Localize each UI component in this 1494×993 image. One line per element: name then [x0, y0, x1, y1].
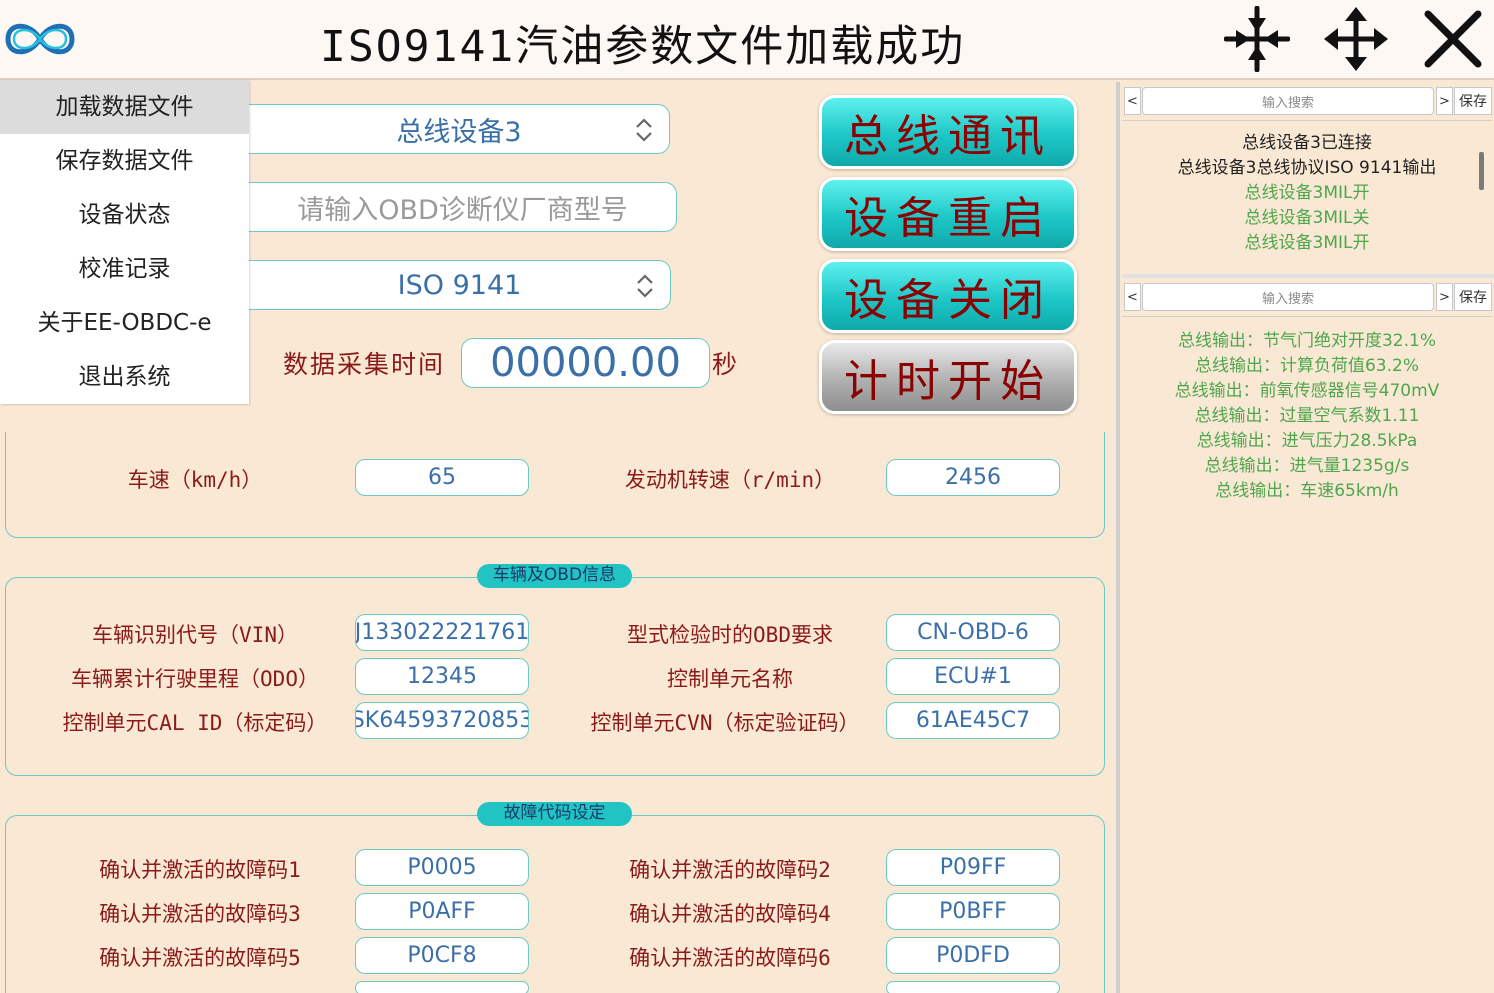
dtc-3-field[interactable]: P0AFF: [355, 893, 529, 930]
log-2-search-bar: < 输入搜索 > 保存: [1122, 280, 1494, 314]
log-2-line: 总线输出：进气量1235g/s: [1204, 456, 1410, 476]
protocol-select[interactable]: ISO 9141: [249, 260, 671, 310]
ecu-name-label: 控制单元名称: [667, 667, 793, 691]
log-2-prev-button[interactable]: <: [1124, 283, 1141, 311]
log-1-save-button[interactable]: 保存: [1454, 87, 1492, 115]
updown-chevron-icon: [636, 118, 652, 142]
odo-field[interactable]: 12345: [355, 658, 529, 695]
dtc-5-field[interactable]: P0CF8: [355, 937, 529, 974]
protocol-select-value: ISO 9141: [397, 269, 522, 301]
infinity-logo-icon: [0, 14, 80, 64]
dtc-2-field[interactable]: P09FF: [886, 849, 1060, 886]
log-2-line: 总线输出：节气门绝对开度32.1%: [1177, 331, 1436, 351]
device-select[interactable]: 总线设备3: [249, 104, 670, 154]
log-1-scrollbar[interactable]: [1479, 152, 1484, 190]
log-2-line: 总线输出：过量空气系数1.11: [1194, 406, 1420, 426]
panel-splitter[interactable]: [1116, 82, 1120, 993]
vehicle-obd-group-title: 车辆及OBD信息: [477, 564, 632, 588]
log-2-line: 总线输出：车速65km/h: [1215, 481, 1399, 501]
log-2-line: 总线输出：计算负荷值63.2%: [1194, 356, 1419, 376]
log-1-search-input[interactable]: 输入搜索: [1142, 87, 1434, 115]
log-panel-divider: [1122, 274, 1494, 278]
log-2-list: 总线输出：节气门绝对开度32.1% 总线输出：计算负荷值63.2% 总线输出：前…: [1122, 316, 1492, 993]
device-select-value: 总线设备3: [396, 116, 522, 148]
log-1-line: 总线设备3MIL关: [1244, 208, 1370, 228]
bus-comm-button[interactable]: 总线通讯: [819, 95, 1077, 169]
cal-id-field[interactable]: SK64593720853: [355, 702, 529, 739]
log-2-line: 总线输出：前氧传感器信号470mV: [1174, 381, 1440, 401]
log-1-line: 总线设备3MIL开: [1244, 233, 1370, 253]
log-1-line: 总线设备3总线协议ISO 9141输出: [1177, 158, 1437, 178]
dtc-4-label: 确认并激活的故障码4: [629, 902, 831, 926]
cvn-label: 控制单元CVN（标定验证码）: [590, 711, 860, 735]
dtc-3-label: 确认并激活的故障码3: [99, 902, 301, 926]
log-1-line: 总线设备3MIL开: [1244, 183, 1370, 203]
cvn-field[interactable]: 61AE45C7: [886, 702, 1060, 739]
obd-model-placeholder: 请输入OBD诊断仪厂商型号: [297, 194, 628, 226]
dtc-6-label: 确认并激活的故障码6: [629, 946, 831, 970]
engine-rpm-field[interactable]: 2456: [886, 459, 1060, 496]
obd-model-input[interactable]: 请输入OBD诊断仪厂商型号: [249, 182, 677, 232]
log-2-search-input[interactable]: 输入搜索: [1142, 283, 1434, 311]
log-1-search-bar: < 输入搜索 > 保存: [1122, 84, 1494, 118]
dtc-1-label: 确认并激活的故障码1: [99, 858, 301, 882]
log-1-list: 总线设备3已连接 总线设备3总线协议ISO 9141输出 总线设备3MIL开 总…: [1122, 120, 1492, 274]
vehicle-speed-label: 车速（km/h）: [127, 468, 263, 492]
vehicle-speed-field[interactable]: 65: [355, 459, 529, 496]
dtc-5-label: 确认并激活的故障码5: [99, 946, 301, 970]
log-1-prev-button[interactable]: <: [1124, 87, 1141, 115]
log-2-next-button[interactable]: >: [1436, 283, 1453, 311]
timer-start-button[interactable]: 计时开始: [819, 340, 1077, 414]
file-menu: 加载数据文件 保存数据文件 设备状态 校准记录 关于EE-OBDC-e 退出系统: [0, 80, 249, 404]
menu-item-save-data-file[interactable]: 保存数据文件: [0, 134, 249, 188]
acquisition-time-label: 数据采集时间: [283, 350, 446, 379]
menu-item-about[interactable]: 关于EE-OBDC-e: [0, 296, 249, 350]
dtc-7-field[interactable]: [355, 981, 529, 993]
log-1-next-button[interactable]: >: [1436, 87, 1453, 115]
updown-chevron-icon: [637, 274, 653, 298]
dtc-8-field[interactable]: [886, 981, 1060, 993]
dtc-group-title: 故障代码设定: [477, 802, 632, 826]
obd-requirement-label: 型式检验时的OBD要求: [627, 623, 833, 647]
odo-label: 车辆累计行驶里程（ODO）: [71, 667, 319, 691]
menu-item-load-data-file[interactable]: 加载数据文件: [0, 80, 249, 134]
dtc-6-field[interactable]: P0DFD: [886, 937, 1060, 974]
acquisition-time-unit: 秒: [712, 350, 738, 379]
log-1-line: 总线设备3已连接: [1242, 133, 1372, 153]
dtc-4-field[interactable]: P0BFF: [886, 893, 1060, 930]
vin-label: 车辆识别代号（VIN）: [92, 623, 298, 647]
move-arrows-icon[interactable]: [1323, 6, 1389, 72]
close-icon[interactable]: [1420, 6, 1486, 72]
dtc-2-label: 确认并激活的故障码2: [629, 858, 831, 882]
vin-field[interactable]: J133022221761: [355, 614, 529, 651]
window-title: ISO9141汽油参数文件加载成功: [320, 22, 966, 72]
menu-item-device-status[interactable]: 设备状态: [0, 188, 249, 242]
log-2-save-button[interactable]: 保存: [1454, 283, 1492, 311]
acquisition-time-display: 00000.00: [461, 338, 710, 388]
menu-item-calibration-record[interactable]: 校准记录: [0, 242, 249, 296]
menu-item-exit-system[interactable]: 退出系统: [0, 350, 249, 404]
dtc-1-field[interactable]: P0005: [355, 849, 529, 886]
device-restart-button[interactable]: 设备重启: [819, 177, 1077, 251]
cal-id-label: 控制单元CAL ID（标定码）: [62, 711, 328, 735]
shrink-arrows-icon[interactable]: [1223, 5, 1291, 73]
engine-rpm-label: 发动机转速（r/min）: [624, 468, 836, 492]
ecu-name-field[interactable]: ECU#1: [886, 658, 1060, 695]
title-bar: ISO9141汽油参数文件加载成功: [0, 0, 1494, 80]
log-2-line: 总线输出：进气压力28.5kPa: [1196, 431, 1418, 451]
obd-requirement-field[interactable]: CN-OBD-6: [886, 614, 1060, 651]
device-shutdown-button[interactable]: 设备关闭: [819, 259, 1077, 333]
